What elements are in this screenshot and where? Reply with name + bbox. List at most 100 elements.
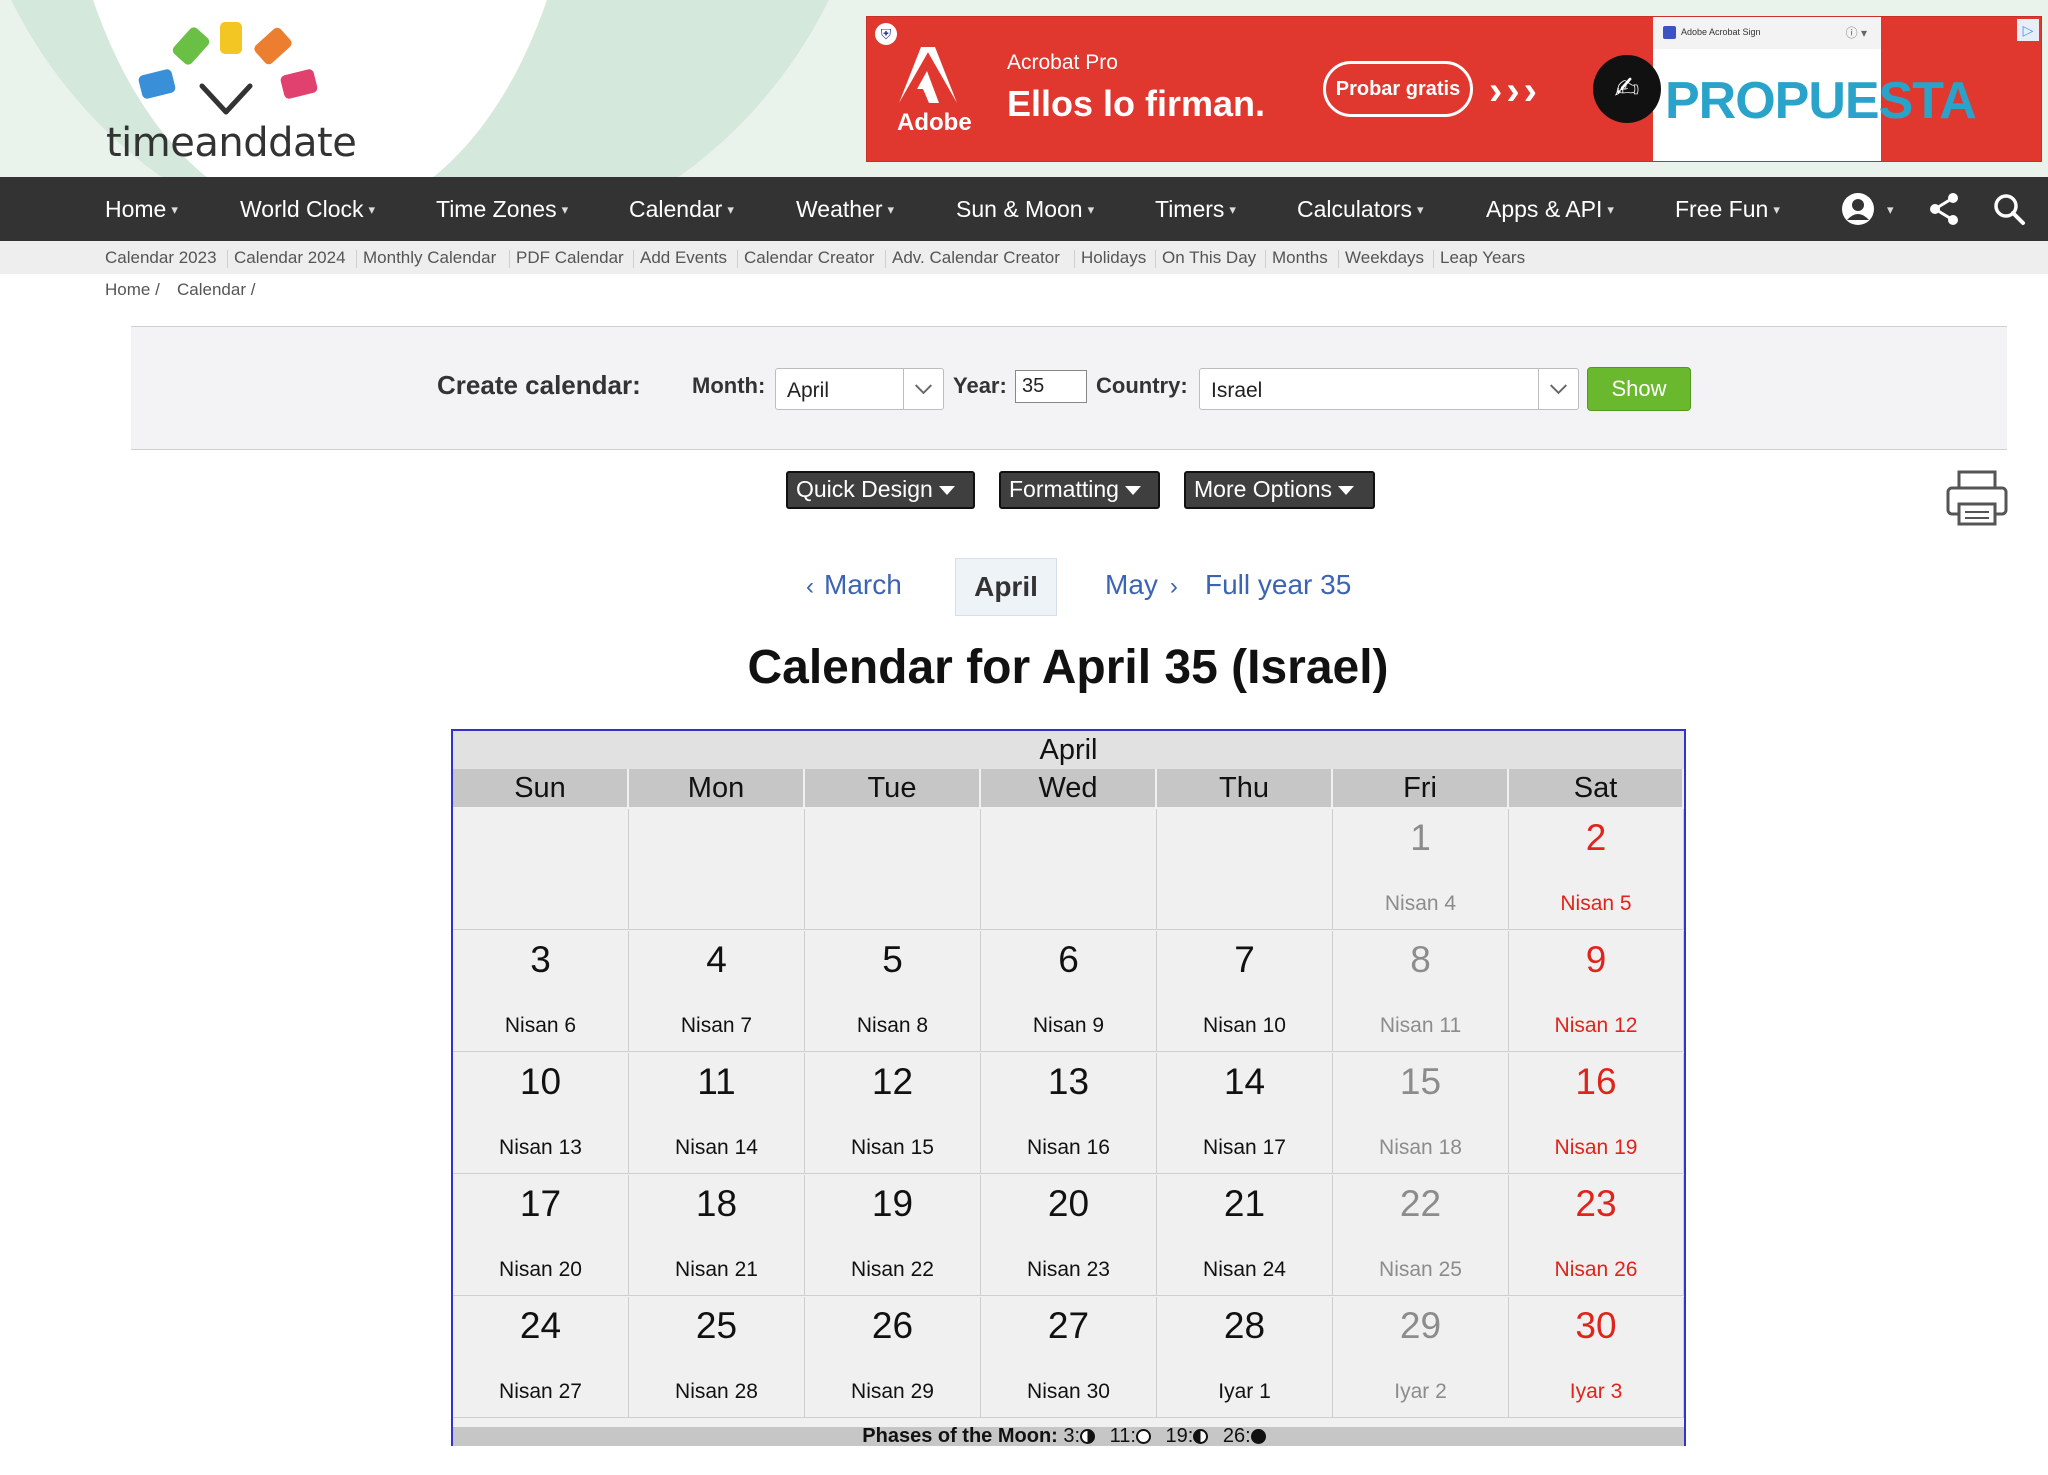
nav-time-zones[interactable]: Time Zones ▾ [436, 177, 568, 241]
subnav-item-calendar-creator[interactable]: Calendar Creator [744, 248, 874, 268]
subnav-item-pdf-calendar[interactable]: PDF Calendar [516, 248, 624, 268]
nav-label: Calendar [629, 196, 723, 222]
hebrew-date: Nisan 22 [851, 1258, 934, 1281]
share-icon[interactable] [1926, 191, 1962, 227]
calendar-day-cell: 12 Nisan 15 [805, 1053, 981, 1174]
day-number: 29 [1399, 1305, 1442, 1346]
year-label: Year: [953, 373, 1007, 398]
day-number: 15 [1399, 1061, 1442, 1102]
calendar-day-cell: 2 Nisan 5 [1509, 809, 1684, 930]
nav-label: Time Zones [436, 196, 557, 222]
adchoices-icon[interactable]: ▷ [2017, 19, 2039, 41]
subnav-divider [227, 250, 228, 268]
print-icon[interactable] [1945, 468, 2009, 528]
subnav-item-calendar-2024[interactable]: Calendar 2024 [234, 248, 346, 268]
country-select[interactable]: Israel [1199, 368, 1579, 410]
hebrew-date: Nisan 17 [1203, 1136, 1286, 1159]
nav-world-clock[interactable]: World Clock ▾ [240, 177, 375, 241]
prev-month-link[interactable]: ‹ March [806, 569, 902, 601]
chevron-down-icon: ▾ [1773, 202, 1780, 217]
month-label: Month: [692, 373, 766, 398]
hebrew-date: Nisan 10 [1203, 1014, 1286, 1037]
subnav-item-leap-years[interactable]: Leap Years [1440, 248, 1525, 268]
subnav-item-weekdays[interactable]: Weekdays [1345, 248, 1424, 268]
full-year-link[interactable]: Full year 35 [1205, 569, 1351, 601]
subnav-item-monthly-calendar[interactable]: Monthly Calendar [363, 248, 496, 268]
weekday-header-tue: Tue [805, 769, 981, 807]
more-options-label: More Options [1194, 476, 1333, 502]
subnav-divider [1074, 250, 1075, 268]
site-logo[interactable]: timeanddate [104, 14, 384, 166]
day-number: 19 [871, 1183, 914, 1224]
nav-label: Apps & API [1486, 196, 1603, 222]
nav-calendar[interactable]: Calendar ▾ [629, 177, 734, 241]
year-input[interactable] [1015, 370, 1087, 403]
month-select[interactable]: April [775, 368, 944, 410]
subnav-divider [1265, 250, 1266, 268]
subnav-item-add-events[interactable]: Add Events [640, 248, 727, 268]
day-number: 5 [882, 939, 903, 980]
weekday-header-sun: Sun [453, 769, 629, 807]
chevron-down-icon: ▾ [1229, 202, 1236, 217]
formatting-button[interactable]: Formatting [999, 471, 1160, 509]
ad-cta-button[interactable]: Probar gratis [1323, 61, 1473, 117]
day-number: 22 [1399, 1183, 1442, 1224]
nav-timers[interactable]: Timers ▾ [1155, 177, 1236, 241]
nav-home[interactable]: Home ▾ [105, 177, 178, 241]
weekday-header-thu: Thu [1157, 769, 1333, 807]
hebrew-date: Nisan 9 [1032, 1014, 1105, 1037]
nav-free-fun[interactable]: Free Fun ▾ [1675, 177, 1780, 241]
hebrew-date: Nisan 26 [1554, 1258, 1638, 1281]
calendar-day-cell: 21 Nisan 24 [1157, 1175, 1333, 1296]
adobe-logo-icon [899, 47, 957, 103]
subnav-item-months[interactable]: Months [1272, 248, 1328, 268]
day-number: 6 [1058, 939, 1079, 980]
nav-calculators[interactable]: Calculators ▾ [1297, 177, 1424, 241]
hebrew-date: Nisan 8 [856, 1014, 929, 1037]
site-header: timeanddate ⛨ Adobe Acrobat Pro Ellos lo… [0, 0, 2048, 177]
account-chevron-icon[interactable]: ▾ [1882, 177, 1894, 241]
calendar-empty-cell [629, 809, 805, 930]
moon-phase-day: 3: [1063, 1425, 1081, 1447]
country-label: Country: [1096, 373, 1188, 398]
search-icon[interactable] [1991, 191, 2027, 227]
day-number: 1 [1410, 817, 1431, 858]
chevron-down-icon [1538, 369, 1567, 409]
subnav-divider [1433, 250, 1434, 268]
weekday-header-mon: Mon [629, 769, 805, 807]
calendar-empty-cell [1157, 809, 1333, 930]
account-icon[interactable] [1840, 191, 1876, 227]
calendar-day-cell: 7 Nisan 10 [1157, 931, 1333, 1052]
hebrew-date: Nisan 6 [504, 1014, 577, 1037]
nav-label: Home [105, 196, 167, 222]
breadcrumb-calendar[interactable]: Calendar / [177, 280, 255, 300]
subnav-divider [633, 250, 634, 268]
calendar-empty-cell [453, 809, 629, 930]
calendar-day-cell: 3 Nisan 6 [453, 931, 629, 1052]
logo-petal [279, 68, 319, 100]
nav-sun-moon[interactable]: Sun & Moon ▾ [956, 177, 1094, 241]
chevron-left-icon: ‹ [806, 573, 814, 600]
hebrew-date: Iyar 1 [1218, 1380, 1271, 1403]
ad-banner[interactable]: ⛨ Adobe Acrobat Pro Ellos lo firman. Pro… [866, 16, 2042, 162]
subnav-item-holidays[interactable]: Holidays [1081, 248, 1146, 268]
subnav-item-calendar-2023[interactable]: Calendar 2023 [105, 248, 217, 268]
hebrew-date: Nisan 15 [851, 1136, 934, 1159]
breadcrumb-home[interactable]: Home / [105, 280, 160, 300]
day-number: 28 [1223, 1305, 1266, 1346]
prev-month-label: March [824, 569, 902, 600]
calendar-grid: April Phases of the Moon: 3: 11: 19: 26:… [451, 729, 1686, 1446]
subnav-item-adv-calendar-creator[interactable]: Adv. Calendar Creator [892, 248, 1060, 268]
next-month-link[interactable]: May › [1105, 569, 1178, 601]
moon-phase-day: 11: [1109, 1425, 1136, 1447]
nav-apps-api[interactable]: Apps & API ▾ [1486, 177, 1614, 241]
show-button[interactable]: Show [1587, 367, 1691, 411]
first-quarter-moon-icon [1080, 1429, 1096, 1444]
more-options-button[interactable]: More Options [1184, 471, 1375, 509]
calendar-day-cell: 28 Iyar 1 [1157, 1297, 1333, 1418]
nav-weather[interactable]: Weather ▾ [796, 177, 894, 241]
calendar-day-cell: 4 Nisan 7 [629, 931, 805, 1052]
day-number: 23 [1575, 1183, 1617, 1224]
quick-design-button[interactable]: Quick Design [786, 471, 975, 509]
subnav-item-on-this-day[interactable]: On This Day [1162, 248, 1256, 268]
